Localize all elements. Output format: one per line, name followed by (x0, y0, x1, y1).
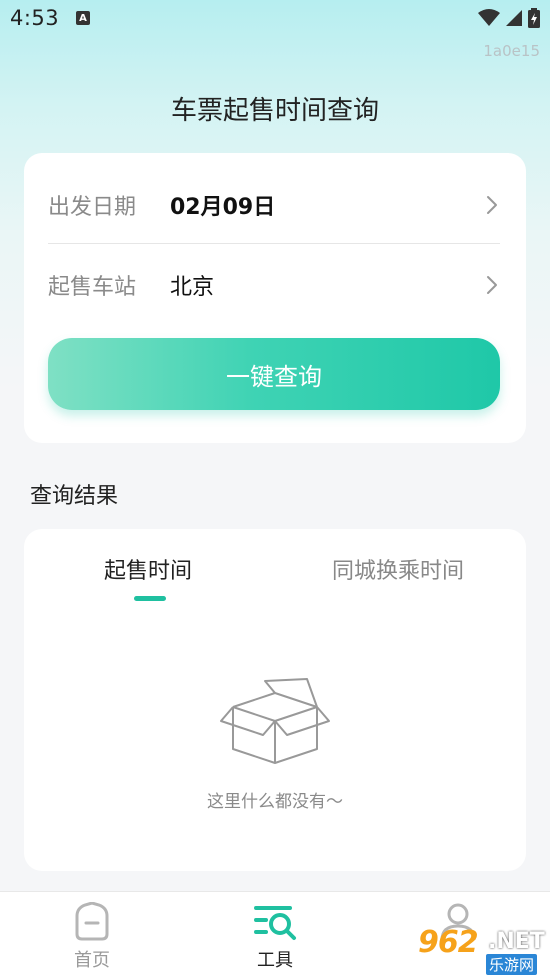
tab-home[interactable]: 首页 (32, 892, 152, 979)
tab-transfer-time[interactable]: 同城换乘时间 (332, 553, 464, 585)
watermark-chinese: 乐游网 (486, 954, 538, 975)
query-button[interactable]: 一键查询 (48, 338, 500, 410)
signal-icon (506, 10, 522, 26)
watermark-suffix: .NET (488, 929, 545, 954)
form-divider (48, 243, 500, 244)
status-time: 4:53 (10, 6, 60, 30)
tools-search-icon (254, 906, 296, 940)
tab-home-label: 首页 (74, 950, 110, 971)
wifi-icon (478, 9, 500, 26)
results-card: 起售时间 同城换乘时间 这里什么都没有～ (24, 529, 526, 871)
home-icon (75, 902, 109, 941)
sale-station-value: 北京 (170, 275, 215, 300)
chevron-right-icon (487, 196, 497, 214)
chevron-right-icon (487, 276, 497, 294)
watermark-number: 962 (418, 925, 479, 960)
sale-station-label: 起售车站 (48, 275, 137, 300)
sale-station-row[interactable]: 起售车站 北京 (48, 255, 500, 315)
empty-state-text: 这里什么都没有～ (207, 792, 343, 812)
status-bar: 4:53 A (0, 0, 550, 38)
results-section-title: 查询结果 (30, 484, 119, 509)
battery-icon (528, 8, 540, 28)
tab-indicator (134, 596, 166, 601)
version-label: 1a0e15 (483, 42, 540, 60)
tab-tools-label: 工具 (257, 950, 293, 971)
departure-date-value: 02月09日 (170, 195, 276, 220)
status-icons (478, 8, 540, 28)
query-form-card: 出发日期 02月09日 起售车站 北京 一键查询 (24, 153, 526, 443)
site-watermark: 962 .NET 乐游网 (414, 925, 545, 975)
empty-box-icon (220, 678, 330, 764)
departure-date-row[interactable]: 出发日期 02月09日 (48, 175, 500, 235)
page-title: 车票起售时间查询 (170, 96, 379, 126)
tab-tools[interactable]: 工具 (215, 892, 335, 979)
notification-icon: A (76, 11, 90, 25)
departure-date-label: 出发日期 (48, 195, 137, 220)
tab-sale-time[interactable]: 起售时间 (104, 553, 192, 585)
